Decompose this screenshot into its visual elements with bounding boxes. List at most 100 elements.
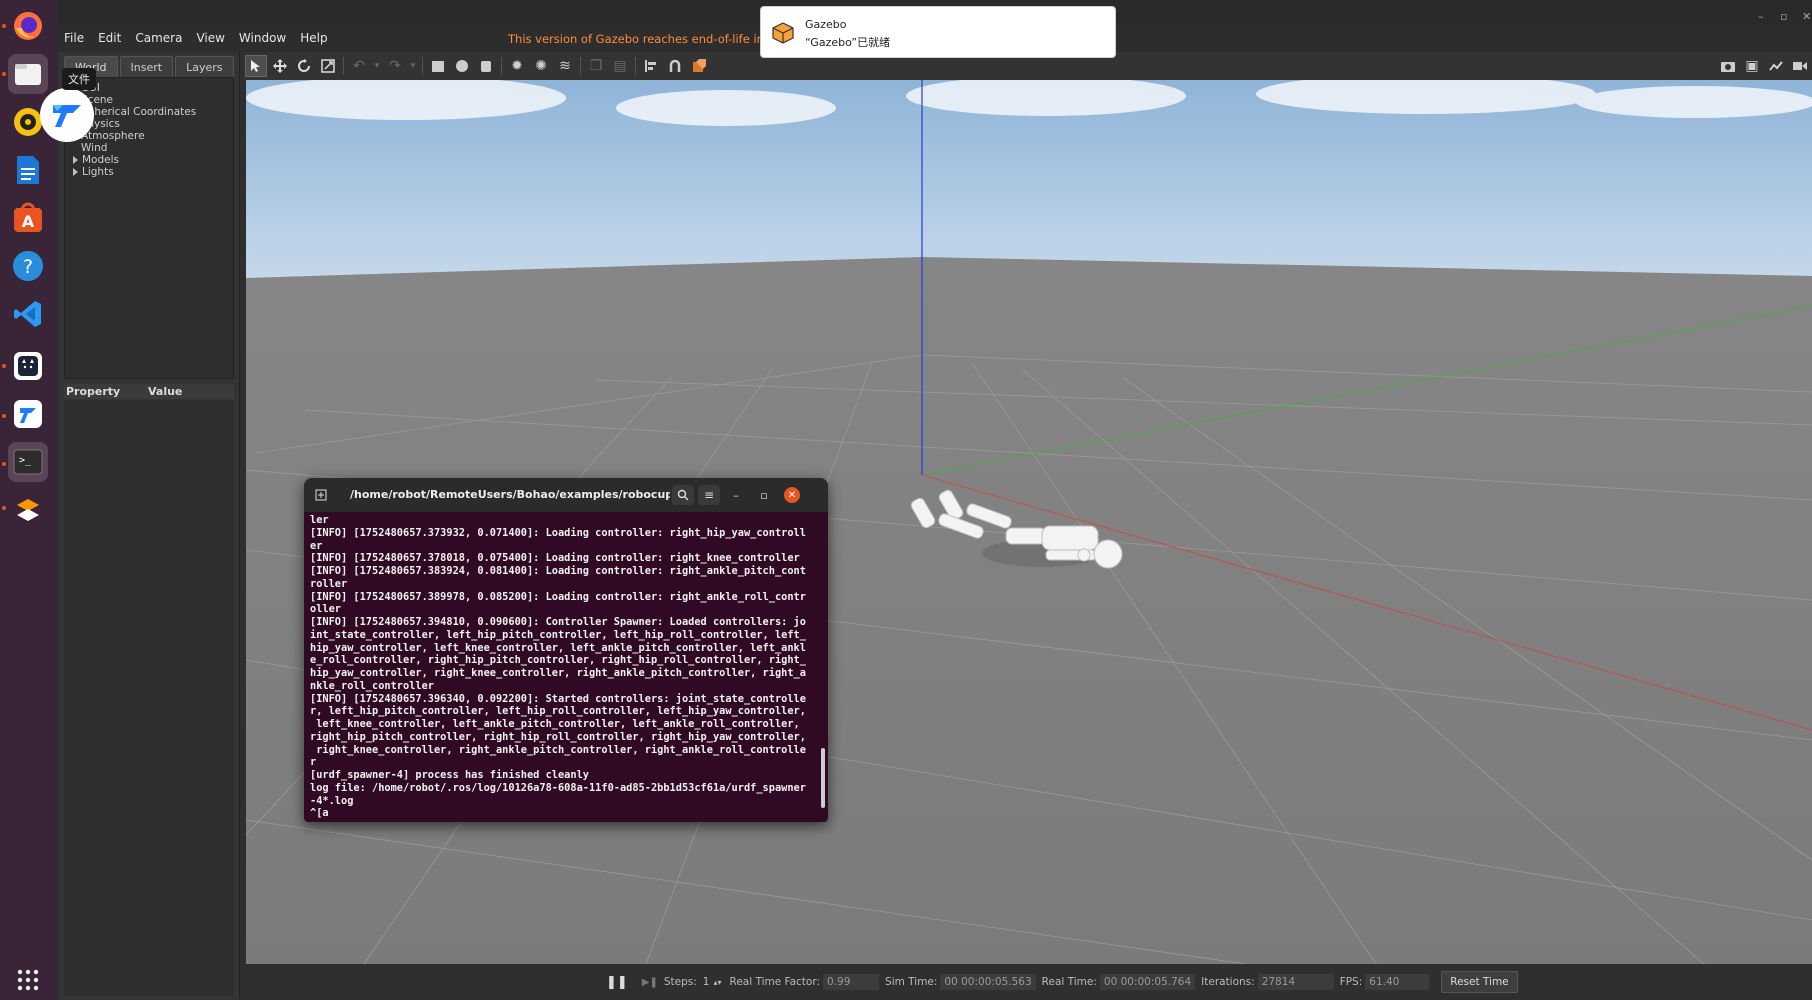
close-icon[interactable]: ✕ xyxy=(1802,10,1811,23)
terminal-line: log file: /home/robot/.ros/log/10126a78-… xyxy=(310,781,806,794)
steps-spinner-icon[interactable]: ▴▾ xyxy=(713,978,721,987)
sublime-merge-icon[interactable] xyxy=(8,490,48,530)
snap-icon[interactable] xyxy=(664,55,686,77)
paste-icon[interactable]: ▤ xyxy=(609,55,631,77)
terminal-line: right_knee_controller, right_ankle_pitch… xyxy=(310,743,806,756)
rotate-mode-icon[interactable] xyxy=(293,55,315,77)
cylinder-shape-icon[interactable] xyxy=(475,55,497,77)
tab-layers[interactable]: Layers xyxy=(175,56,234,78)
hamburger-menu-icon[interactable]: ≡ xyxy=(698,485,720,505)
reset-time-button[interactable]: Reset Time xyxy=(1441,971,1518,993)
terminal-scrollbar[interactable] xyxy=(821,748,825,808)
screenshot-icon[interactable] xyxy=(1717,55,1739,77)
terminal-line: int_state_controller, left_hip_pitch_con… xyxy=(310,628,806,641)
translate-mode-icon[interactable] xyxy=(269,55,291,77)
real-time-value: 00 00:00:05.764 xyxy=(1099,974,1196,990)
tree-item-models: Models xyxy=(82,154,119,166)
terminal-line: -4*.log xyxy=(310,794,354,807)
step-icon[interactable]: ▶❚ xyxy=(642,977,658,988)
change-view-icon[interactable] xyxy=(688,55,710,77)
plot-icon[interactable] xyxy=(1765,55,1787,77)
menu-view[interactable]: View xyxy=(196,31,224,45)
terminal-window[interactable]: /home/robot/RemoteUsers/Bohao/examples/r… xyxy=(304,478,828,822)
tree-item-wind[interactable]: Wind xyxy=(71,142,227,154)
rtf-label: Real Time Factor: xyxy=(729,976,821,988)
steps-label: Steps: xyxy=(663,976,697,988)
redo-dropdown-icon[interactable]: ▾ xyxy=(408,55,418,77)
notification-title: Gazebo xyxy=(805,18,847,31)
pause-icon[interactable]: ❚❚ xyxy=(606,975,628,990)
property-header: Property Value xyxy=(64,384,234,399)
sim-time-label: Sim Time: xyxy=(885,976,938,988)
terminal-line: nkle_roll_controller xyxy=(310,679,434,692)
gazebo-app-icon xyxy=(772,22,794,44)
running-indicator xyxy=(2,72,6,76)
terminal-line: [INFO] [1752480657.378018, 0.075400]: Lo… xyxy=(310,552,800,565)
terminal-output[interactable]: ler [INFO] [1752480657.373932, 0.071400]:… xyxy=(306,514,818,820)
point-light-icon[interactable]: ✹ xyxy=(506,55,528,77)
minimize-icon[interactable]: – xyxy=(1758,10,1764,23)
terminal-line: ^[a xyxy=(310,807,329,820)
terminal-icon[interactable]: >_ xyxy=(8,442,48,482)
spot-light-icon[interactable]: ✺ xyxy=(530,55,552,77)
menu-file[interactable]: File xyxy=(64,31,84,45)
value-column-header: Value xyxy=(148,385,183,398)
toolbar-separator xyxy=(501,57,502,75)
terminal-line: r, left_hip_pitch_controller, left_hip_r… xyxy=(310,705,806,718)
undo-dropdown-icon[interactable]: ▾ xyxy=(372,55,382,77)
terminal-line: roller xyxy=(310,577,348,590)
terminal-line: [INFO] [1752480657.396340, 0.092200]: St… xyxy=(310,692,806,705)
rtf-value: 0.99 xyxy=(823,974,880,990)
copy-icon[interactable]: ❐ xyxy=(585,55,607,77)
log-data-icon[interactable]: ▣ xyxy=(1741,55,1763,77)
undo-icon[interactable]: ↶ xyxy=(348,55,370,77)
sphere-shape-icon[interactable] xyxy=(451,55,473,77)
maximize-icon[interactable]: ▫ xyxy=(756,487,772,503)
menu-edit[interactable]: Edit xyxy=(98,31,121,45)
terminal-line: hip_yaw_controller, right_knee_controlle… xyxy=(310,667,806,679)
todesk-floating-icon[interactable] xyxy=(40,88,94,142)
minimize-icon[interactable]: – xyxy=(728,487,744,503)
iterations-value: 27814 xyxy=(1257,974,1334,990)
select-mode-icon[interactable] xyxy=(245,55,267,77)
vscode-icon[interactable] xyxy=(8,294,48,334)
expand-icon[interactable] xyxy=(73,156,78,164)
steps-value[interactable]: 1 xyxy=(703,976,710,988)
scale-mode-icon[interactable] xyxy=(317,55,339,77)
tree-item-lights-row[interactable]: Lights xyxy=(71,166,227,178)
terminal-cat-icon[interactable] xyxy=(8,346,48,386)
maximize-icon[interactable]: ▫ xyxy=(1780,10,1787,23)
align-icon[interactable] xyxy=(640,55,662,77)
tree-item-physics[interactable]: Physics xyxy=(71,118,227,130)
firefox-icon[interactable] xyxy=(8,6,48,46)
expand-icon[interactable] xyxy=(73,168,78,176)
writer-icon[interactable] xyxy=(8,150,48,190)
menu-help[interactable]: Help xyxy=(300,31,327,45)
sim-time-value: 00 00:00:05.563 xyxy=(940,974,1036,990)
terminal-line: right_hip_pitch_controller, right_hip_ro… xyxy=(310,730,806,743)
files-icon[interactable] xyxy=(8,54,48,94)
tree-item-spherical-coordinates[interactable]: Spherical Coordinates xyxy=(71,106,227,118)
menu-window[interactable]: Window xyxy=(239,31,286,45)
tree-item-lights: Lights xyxy=(82,166,114,178)
notification-popup[interactable]: Gazebo “Gazebo”已就绪 xyxy=(760,6,1116,58)
tree-item-models-row[interactable]: Models xyxy=(71,154,227,166)
app-center-icon[interactable]: A xyxy=(8,198,48,238)
search-icon[interactable] xyxy=(672,485,694,505)
todesk-icon[interactable] xyxy=(8,394,48,434)
show-apps-icon[interactable] xyxy=(8,960,48,1000)
redo-icon[interactable]: ↷ xyxy=(384,55,406,77)
tab-insert[interactable]: Insert xyxy=(119,56,174,78)
toolbar-separator xyxy=(635,57,636,75)
status-bar: ❚❚ ▶❚ Steps: 1 ▴▾ Real Time Factor: 0.99… xyxy=(246,964,1812,1000)
close-icon[interactable]: ✕ xyxy=(784,487,800,503)
menu-camera[interactable]: Camera xyxy=(135,31,182,45)
fps-label: FPS: xyxy=(1339,976,1363,988)
box-shape-icon[interactable] xyxy=(427,55,449,77)
video-record-icon[interactable] xyxy=(1789,55,1811,77)
tree-item-atmosphere[interactable]: Atmosphere xyxy=(71,130,227,142)
new-tab-icon[interactable] xyxy=(310,485,332,505)
directional-light-icon[interactable]: ≋ xyxy=(554,55,576,77)
tree-item-scene[interactable]: Scene xyxy=(71,94,227,106)
help-icon[interactable]: ? xyxy=(8,246,48,286)
